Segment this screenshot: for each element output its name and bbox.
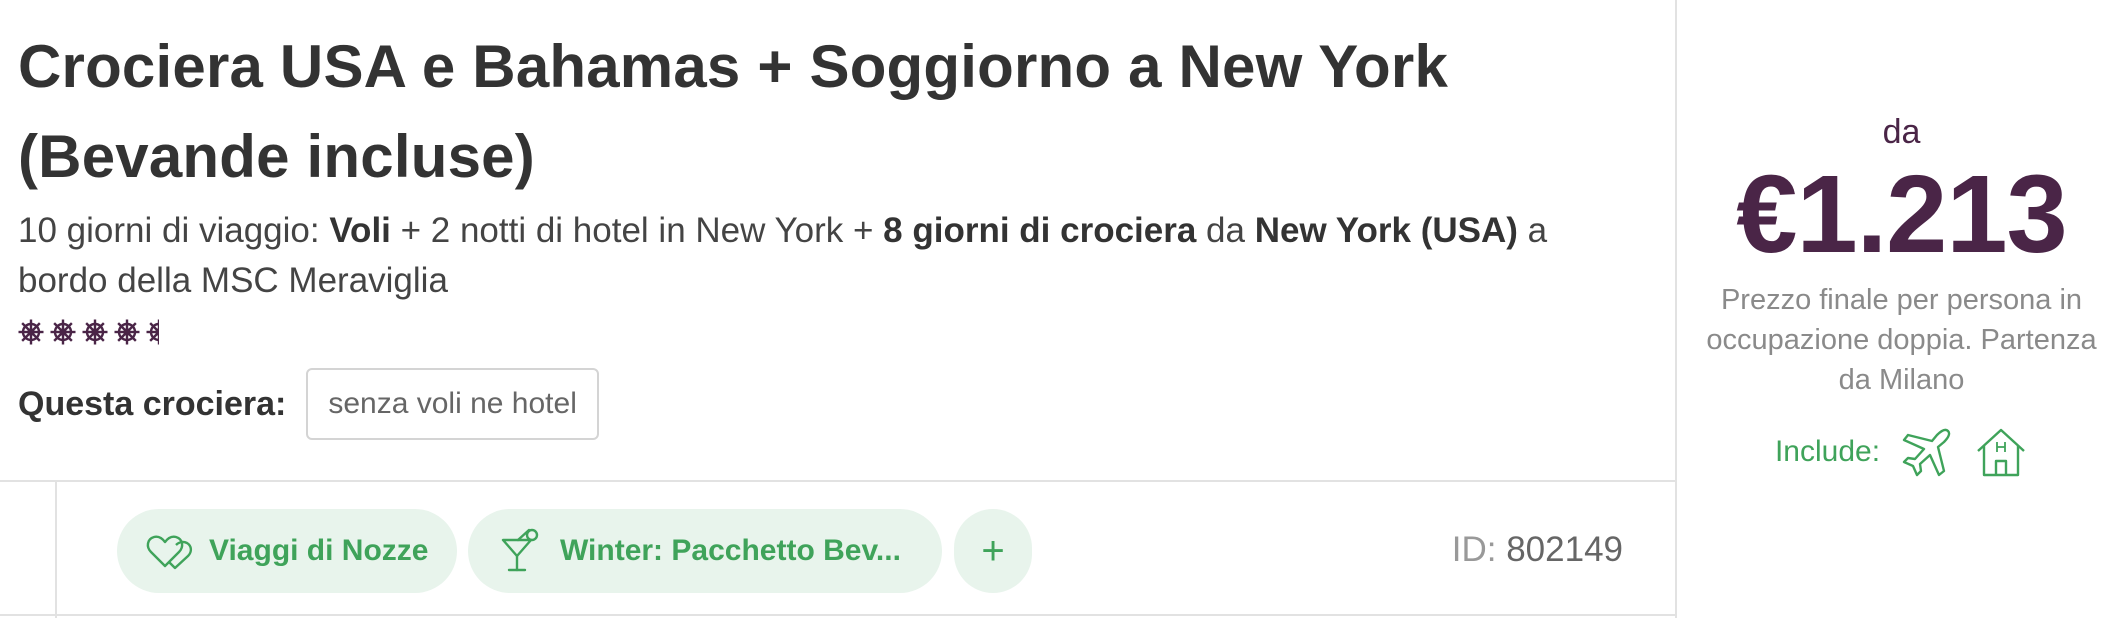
includes-label: Include: (1774, 435, 1881, 468)
price-panel: da €1.213 Prezzo finale per persona in o… (1675, 0, 2124, 618)
ship-wheel-icon (82, 319, 108, 345)
ship-wheel-icon (18, 319, 44, 345)
bar-divider (55, 482, 57, 618)
tag-label: Viaggi di Nozze (209, 534, 429, 567)
cruise-option-label: Questa crociera: (18, 384, 287, 423)
price-from-label: da (1882, 113, 1921, 151)
hearts-icon (146, 535, 193, 570)
includes-row: Include: (1677, 425, 2124, 479)
airplane-icon (1902, 428, 1951, 477)
tags-bar: Viaggi di Nozze Winter: Pacchetto Bev...… (0, 480, 1675, 618)
offer-id-label: ID: (1451, 530, 1497, 569)
offer-title[interactable]: Crociera USA e Bahamas + Soggiorno a New… (18, 22, 1638, 202)
tag-label: Winter: Pacchetto Bev... (560, 534, 901, 567)
ship-wheel-icon (50, 319, 76, 345)
cruise-option-row: Questa crociera: senza voli ne hotel (18, 368, 599, 440)
subtitle-cruise-days: 8 giorni di crociera (883, 211, 1197, 250)
tag-drinks-package[interactable]: Winter: Pacchetto Bev... (468, 509, 942, 593)
more-tags-button[interactable]: + (954, 509, 1032, 593)
ship-wheel-icon (146, 319, 159, 345)
price-amount[interactable]: €1.213 (1677, 150, 2124, 280)
subtitle-departure-port: New York (USA) (1254, 211, 1518, 250)
ship-wheel-icon (114, 319, 140, 345)
offer-id-value: 802149 (1506, 530, 1623, 569)
subtitle-duration: 10 giorni di viaggio: (18, 211, 330, 250)
offer-main-panel: Crociera USA e Bahamas + Soggiorno a New… (0, 0, 1675, 618)
offer-id: ID: 802149 (1452, 522, 1623, 578)
price-note: Prezzo finale per persona in occupazione… (1706, 284, 2097, 396)
ship-rating (18, 314, 159, 350)
subtitle-hotel: + 2 notti di hotel in New York + (390, 211, 884, 250)
subtitle-flights: Voli (329, 211, 391, 250)
subtitle-from: da (1196, 211, 1255, 250)
offer-subtitle: 10 giorni di viaggio: Voli + 2 notti di … (18, 206, 1638, 306)
cocktail-icon (501, 528, 539, 572)
cruise-option-select[interactable]: senza voli ne hotel (306, 368, 599, 440)
tag-honeymoon[interactable]: Viaggi di Nozze (117, 509, 457, 593)
hotel-icon (1977, 428, 2025, 477)
